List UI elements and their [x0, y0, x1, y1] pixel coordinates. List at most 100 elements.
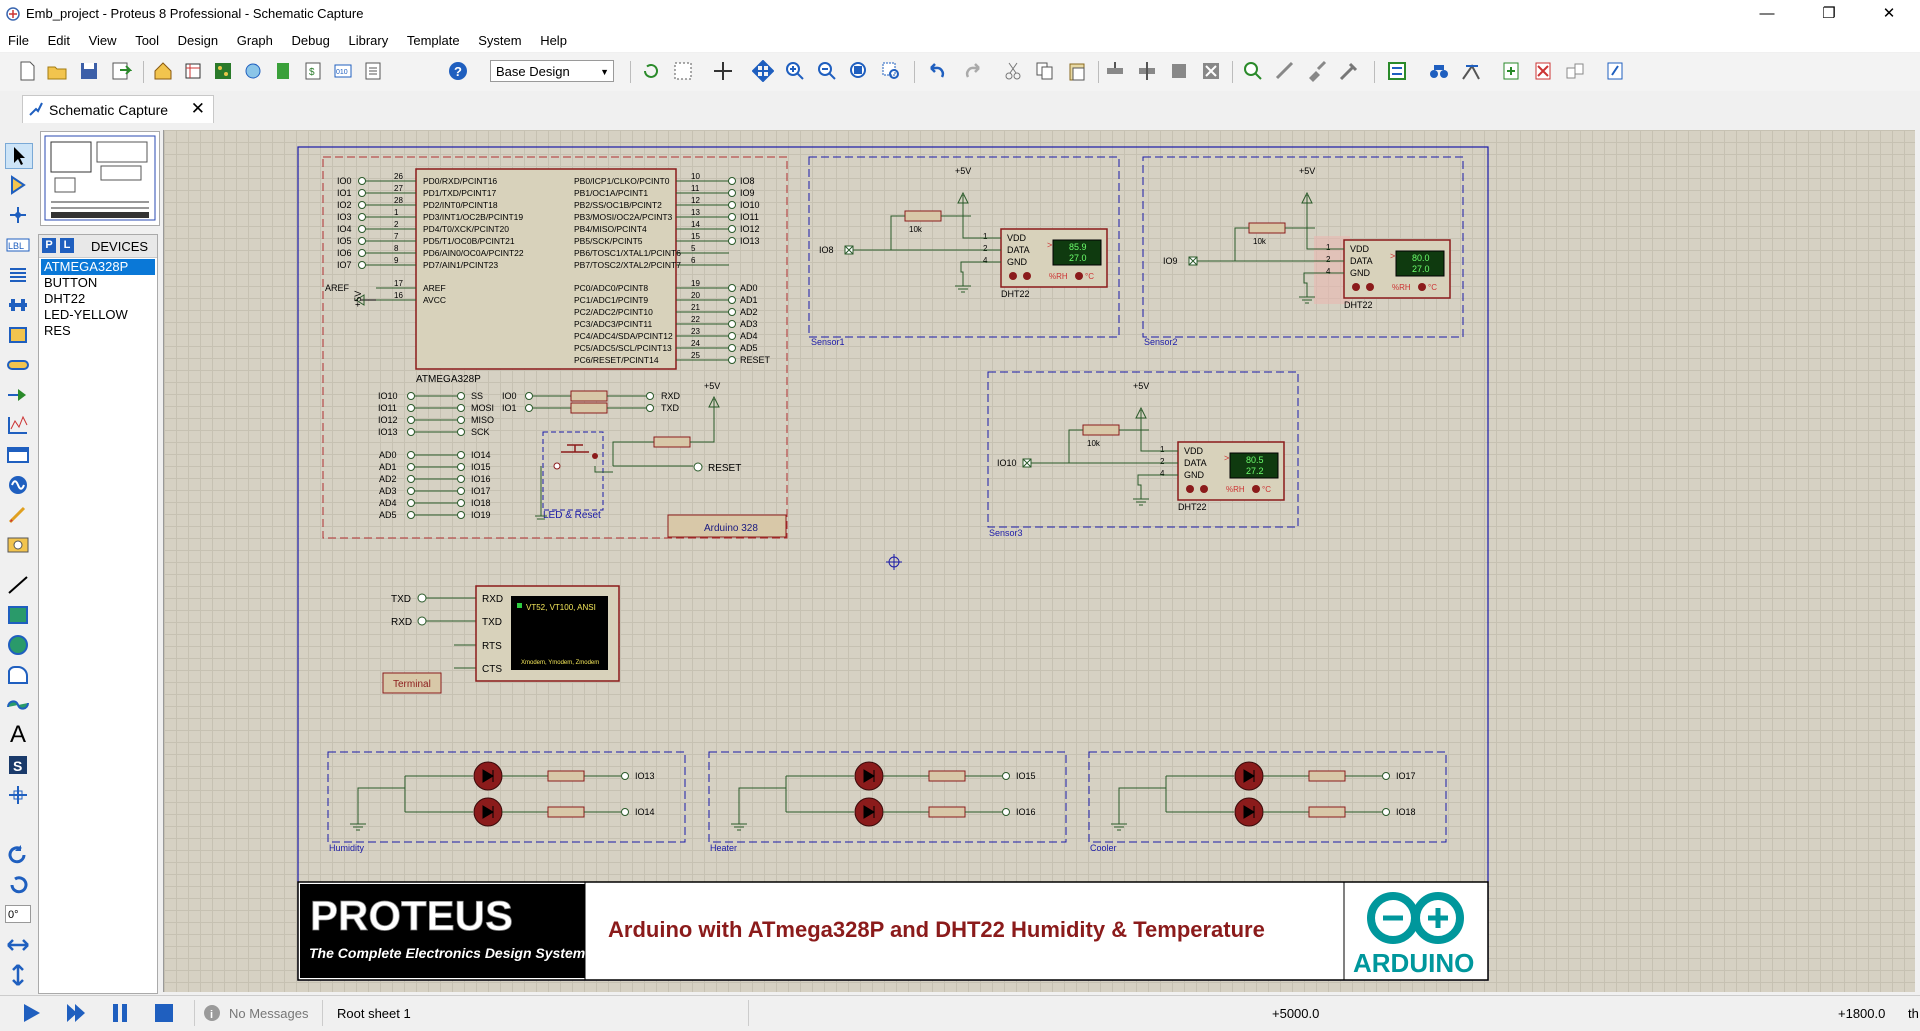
mcu-pin-terminal[interactable] [728, 284, 736, 292]
pullup-resistor[interactable] [1248, 222, 1286, 234]
stop-icon[interactable] [152, 1002, 176, 1024]
pullup-resistor[interactable] [904, 210, 942, 222]
new-file-icon[interactable] [16, 60, 38, 82]
led-resistor[interactable] [928, 770, 966, 782]
mcu-pin-terminal[interactable] [728, 213, 736, 221]
device-item-led-yellow[interactable]: LED-YELLOW [41, 307, 155, 323]
wire-label-mode-icon[interactable]: LBL [5, 233, 31, 257]
bom-icon[interactable]: $ [302, 60, 324, 82]
redo-icon[interactable] [962, 60, 984, 82]
reset-button-contact[interactable] [592, 453, 598, 459]
rotate-anticlockwise-icon[interactable] [5, 873, 31, 897]
minimize-button[interactable]: — [1744, 0, 1790, 30]
box-mode-icon[interactable] [5, 603, 31, 627]
design-explorer-icon[interactable] [1604, 60, 1626, 82]
vertical-scrollbar[interactable] [1915, 130, 1920, 992]
junction-mode-icon[interactable] [5, 203, 31, 227]
zoom-out-icon[interactable] [816, 60, 838, 82]
tape-recorder-mode-icon[interactable] [5, 443, 31, 467]
3d-viewer-icon[interactable] [242, 60, 264, 82]
virtual-instruments-mode-icon[interactable] [5, 533, 31, 557]
graph-mode-icon[interactable] [5, 413, 31, 437]
dht22-up-button[interactable] [1200, 485, 1208, 493]
uart-resistor[interactable] [570, 402, 608, 414]
mcu-pin-terminal[interactable] [728, 189, 736, 197]
block-copy-icon[interactable] [1104, 60, 1126, 82]
mcu-pin-terminal[interactable] [358, 189, 366, 197]
symbol-mode-icon[interactable]: S [5, 753, 31, 777]
property-assignment-icon[interactable] [1460, 60, 1482, 82]
mcu-pin-terminal[interactable] [728, 237, 736, 245]
mirror-vertical-icon[interactable] [5, 963, 31, 987]
mcu-pin-terminal[interactable] [728, 320, 736, 328]
mcu-pin-terminal[interactable] [728, 296, 736, 304]
menu-debug[interactable]: Debug [284, 30, 337, 48]
menu-design[interactable]: Design [170, 30, 225, 48]
pullup-resistor[interactable] [1082, 424, 1120, 436]
generator-mode-icon[interactable] [5, 473, 31, 497]
mcu-pin-terminal[interactable] [358, 261, 366, 269]
menu-library[interactable]: Library [340, 30, 395, 48]
dht22-down-button[interactable] [1186, 485, 1194, 493]
block-move-icon[interactable] [1136, 60, 1158, 82]
device-pins-mode-icon[interactable] [5, 383, 31, 407]
status-messages[interactable]: No Messages [229, 1006, 308, 1021]
zoom-in-icon[interactable] [784, 60, 806, 82]
overview-window[interactable] [40, 131, 160, 226]
packaging-tool-icon[interactable] [1306, 60, 1328, 82]
menu-graph[interactable]: Graph [229, 30, 280, 48]
dht22-up-button[interactable] [1023, 272, 1031, 280]
device-item-res[interactable]: RES [41, 323, 155, 339]
line-mode-icon[interactable] [5, 573, 31, 597]
mcu-pin-terminal[interactable] [728, 225, 736, 233]
mcu-pin-terminal[interactable] [728, 177, 736, 185]
rotate-clockwise-icon[interactable] [5, 843, 31, 867]
grid-toggle-icon[interactable] [672, 60, 694, 82]
arc-mode-icon[interactable] [5, 663, 31, 687]
menu-help[interactable]: Help [532, 30, 574, 48]
reset-resistor[interactable] [653, 436, 691, 448]
block-delete-icon[interactable] [1200, 60, 1222, 82]
menu-system[interactable]: System [470, 30, 528, 48]
device-item-button[interactable]: BUTTON [41, 275, 155, 291]
uart-resistor[interactable] [570, 390, 608, 402]
voltage-probe-mode-icon[interactable] [5, 503, 31, 527]
restore-button[interactable]: ❐ [1806, 0, 1852, 30]
mcu-pin-terminal[interactable] [728, 344, 736, 352]
device-item-dht22[interactable]: DHT22 [41, 291, 155, 307]
paste-icon[interactable] [1066, 60, 1088, 82]
gerber-icon[interactable] [272, 60, 294, 82]
mcu-pin-terminal[interactable] [358, 225, 366, 233]
pan-icon[interactable] [752, 60, 774, 82]
terminals-mode-icon[interactable] [5, 353, 31, 377]
dht22-down-button[interactable] [1352, 283, 1360, 291]
open-folder-icon[interactable] [46, 60, 68, 82]
copy-icon[interactable] [1034, 60, 1056, 82]
marker-mode-icon[interactable] [5, 783, 31, 807]
block-rotate-icon[interactable] [1168, 60, 1190, 82]
text-mode-icon[interactable]: A [5, 723, 31, 747]
help-icon[interactable]: ? [447, 60, 469, 82]
cut-icon[interactable] [1002, 60, 1024, 82]
led-resistor[interactable] [928, 806, 966, 818]
notes-icon[interactable] [362, 60, 384, 82]
mcu-pin-terminal[interactable] [728, 201, 736, 209]
led-resistor[interactable] [547, 770, 585, 782]
menu-template[interactable]: Template [399, 30, 467, 48]
refresh-icon[interactable] [640, 60, 662, 82]
design-variant-select[interactable]: Base Design ▼ [490, 60, 614, 82]
dht22-down-button[interactable] [1009, 272, 1017, 280]
pcb-layout-icon[interactable] [212, 60, 234, 82]
zoom-all-icon[interactable] [848, 60, 870, 82]
origin-icon[interactable] [712, 60, 734, 82]
buses-mode-icon[interactable] [5, 293, 31, 317]
rotation-angle-field[interactable]: 0° [5, 905, 31, 923]
dht22-temp-button[interactable] [1418, 283, 1426, 291]
mcu-pin-terminal[interactable] [358, 249, 366, 257]
save-icon[interactable] [78, 60, 100, 82]
mcu-pin-terminal[interactable] [358, 177, 366, 185]
new-sheet-icon[interactable] [1500, 60, 1522, 82]
schematic-icon[interactable] [182, 60, 204, 82]
dht22-temp-button[interactable] [1075, 272, 1083, 280]
menu-file[interactable]: File [0, 30, 36, 48]
